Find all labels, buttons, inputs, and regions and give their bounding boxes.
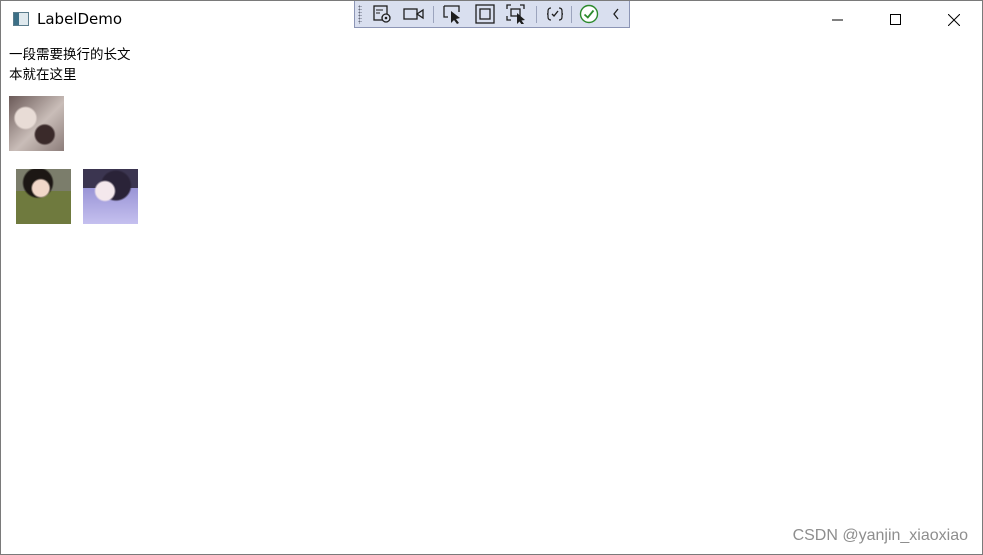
maximize-button[interactable] [867,1,925,39]
collapse-toolbar-button[interactable] [607,3,625,25]
check-circle-icon [579,4,599,24]
record-button[interactable] [402,3,426,25]
hot-reload-icon [546,7,564,21]
app-window: LabelDemo 一段需要换行的长文本就在这里 CSDN @yanjin_xi… [0,0,983,555]
minimize-button[interactable] [809,1,867,39]
toolbar-grip-handle[interactable] [358,5,362,24]
live-visual-tree-icon [373,5,391,23]
label-image-3 [83,169,138,224]
minimize-icon [832,19,843,21]
toolbar-separator [571,6,572,23]
xaml-debug-toolbar [354,1,630,28]
close-icon [948,14,960,26]
display-layout-adorners-icon [475,4,495,24]
maximize-icon [890,14,901,25]
toolbar-separator [536,6,537,23]
track-focus-button[interactable] [505,3,529,25]
collapse-chevron-icon [613,8,619,20]
wrapped-label-text: 一段需要换行的长文本就在这里 [9,47,131,83]
label-image-1 [9,96,64,151]
live-visual-tree-button[interactable] [370,3,394,25]
watermark-text: CSDN @yanjin_xiaoxiao [792,527,968,544]
window-title: LabelDemo [37,10,123,28]
video-camera-icon [403,8,424,20]
track-focus-icon [506,4,525,24]
close-button[interactable] [925,1,983,39]
layout-adorners-button[interactable] [473,3,497,25]
app-window-icon [13,12,29,26]
select-element-icon [443,5,460,24]
status-button[interactable] [577,3,601,25]
select-element-button[interactable] [441,3,465,25]
label-image-2 [16,169,71,224]
toolbar-separator [433,6,434,23]
hot-reload-button[interactable] [543,3,567,25]
